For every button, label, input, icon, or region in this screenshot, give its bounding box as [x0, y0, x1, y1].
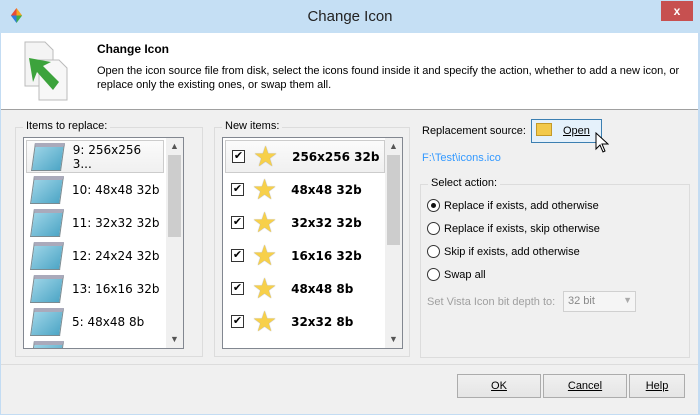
radio-button[interactable]	[427, 199, 440, 212]
replacement-source-label: Replacement source:	[422, 125, 526, 137]
items-to-replace-list[interactable]: 9: 256x256 3... 10: 48x48 32b 11: 32x32 32…	[23, 137, 184, 349]
ok-button[interactable]: OK	[457, 374, 541, 398]
ok-label: OK	[491, 380, 507, 392]
list-item[interactable]: ✔ ★ 32x32 8b	[225, 305, 385, 338]
item-label: 9: 256x256 3...	[72, 142, 142, 171]
notepad-icon	[30, 307, 64, 336]
folder-open-icon	[536, 123, 552, 136]
scroll-thumb[interactable]	[387, 155, 400, 245]
scroll-up-icon[interactable]: ▲	[385, 138, 402, 155]
list-item[interactable]: ✔ ★ 48x48 8b	[225, 272, 385, 305]
item-label: 48x48 8b	[291, 281, 354, 296]
checkbox[interactable]: ✔	[231, 183, 244, 196]
list-item[interactable]: 12: 24x24 32b	[26, 239, 164, 272]
star-icon: ★	[253, 140, 279, 172]
radio-option[interactable]: Skip if exists, add otherwise	[427, 245, 580, 258]
scrollbar[interactable]: ▲ ▼	[166, 138, 183, 348]
help-button[interactable]: Help	[629, 374, 685, 398]
notepad-icon	[31, 142, 65, 171]
list-item[interactable]: ✔ ★ 16x16 32b	[225, 239, 385, 272]
radio-label: Swap all	[444, 268, 486, 281]
help-label: Help	[645, 380, 669, 392]
radio-label: Replace if exists, add otherwise	[444, 199, 599, 212]
new-items-label: New items:	[222, 120, 283, 132]
list-item[interactable]: 11: 32x32 32b	[26, 206, 164, 239]
item-label: 11: 32x32 32b	[72, 215, 160, 230]
scroll-down-icon[interactable]: ▼	[385, 331, 402, 348]
list-item[interactable]: 5: 48x48 8b	[26, 305, 164, 338]
header-title: Change Icon	[97, 42, 170, 56]
list-item[interactable]: 13: 16x16 32b	[26, 272, 164, 305]
list-item[interactable]	[26, 338, 164, 348]
item-label: 32x32 32b	[291, 215, 362, 230]
star-icon: ★	[252, 305, 278, 337]
cancel-label: Cancel	[567, 380, 603, 392]
item-label: 13: 16x16 32b	[72, 281, 160, 296]
dialog-body: Change Icon Open the icon source file fr…	[1, 33, 698, 414]
list-item[interactable]: 10: 48x48 32b	[26, 173, 164, 206]
radio-label: Replace if exists, skip otherwise	[444, 222, 600, 235]
item-label: 5: 48x48 8b	[72, 314, 145, 329]
list-item[interactable]: ✔ ★ 32x32 32b	[225, 206, 385, 239]
radio-label: Skip if exists, add otherwise	[444, 245, 580, 258]
header-description: Open the icon source file from disk, sel…	[97, 65, 680, 91]
open-button-label: Open	[563, 125, 590, 137]
notepad-icon	[30, 340, 64, 348]
change-icon-icon	[24, 41, 68, 101]
items-to-replace-label: Items to replace:	[23, 120, 111, 132]
window-title: Change Icon	[307, 8, 393, 25]
item-label: 10: 48x48 32b	[72, 182, 160, 197]
checkbox[interactable]: ✔	[231, 315, 244, 328]
notepad-icon	[30, 175, 64, 204]
radio-option[interactable]: Replace if exists, skip otherwise	[427, 222, 600, 235]
scroll-thumb[interactable]	[168, 155, 181, 237]
open-button[interactable]: Open	[531, 119, 602, 143]
item-label: 256x256 32b	[292, 149, 380, 164]
item-label: 12: 24x24 32b	[72, 248, 160, 263]
divider	[1, 364, 698, 365]
checkbox[interactable]: ✔	[231, 282, 244, 295]
radio-option[interactable]: Replace if exists, add otherwise	[427, 199, 599, 212]
star-icon: ★	[252, 206, 278, 238]
new-items-list[interactable]: ✔ ★ 256x256 32b ✔ ★ 48x48 32b ✔ ★ 32x32 32b ✔ ★ 16x…	[222, 137, 403, 349]
bitdepth-select[interactable]: 32 bit ▼	[563, 291, 636, 312]
radio-button[interactable]	[427, 268, 440, 281]
scroll-down-icon[interactable]: ▼	[166, 331, 183, 348]
cancel-button[interactable]: Cancel	[543, 374, 627, 398]
item-label: 48x48 32b	[291, 182, 362, 197]
list-item[interactable]: ✔ ★ 48x48 32b	[225, 173, 385, 206]
notepad-icon	[30, 274, 64, 303]
item-label: 16x16 32b	[291, 248, 362, 263]
select-action-label: Select action:	[428, 177, 501, 189]
star-icon: ★	[252, 173, 278, 205]
checkbox[interactable]: ✔	[231, 249, 244, 262]
scroll-up-icon[interactable]: ▲	[166, 138, 183, 155]
list-item[interactable]: ✔ ★ 256x256 32b	[225, 140, 385, 173]
bitdepth-label: Set Vista Icon bit depth to:	[427, 296, 556, 308]
radio-button[interactable]	[427, 222, 440, 235]
radio-button[interactable]	[427, 245, 440, 258]
source-path: F:\Test\icons.ico	[422, 152, 501, 164]
checkbox[interactable]: ✔	[232, 150, 245, 163]
star-icon: ★	[252, 239, 278, 271]
scrollbar[interactable]: ▲ ▼	[385, 138, 402, 348]
chevron-down-icon: ▼	[623, 295, 632, 305]
mouse-cursor-icon	[595, 132, 609, 153]
item-label: 32x32 8b	[291, 314, 354, 329]
star-icon: ★	[252, 272, 278, 304]
dialog-header: Change Icon Open the icon source file fr…	[1, 33, 698, 110]
bitdepth-value: 32 bit	[568, 295, 595, 307]
list-item[interactable]: 9: 256x256 3...	[26, 140, 164, 173]
checkbox[interactable]: ✔	[231, 216, 244, 229]
title-bar: Change Icon x	[0, 0, 700, 33]
close-button[interactable]: x	[661, 1, 693, 21]
notepad-icon	[30, 241, 64, 270]
notepad-icon	[30, 208, 64, 237]
radio-option[interactable]: Swap all	[427, 268, 486, 281]
